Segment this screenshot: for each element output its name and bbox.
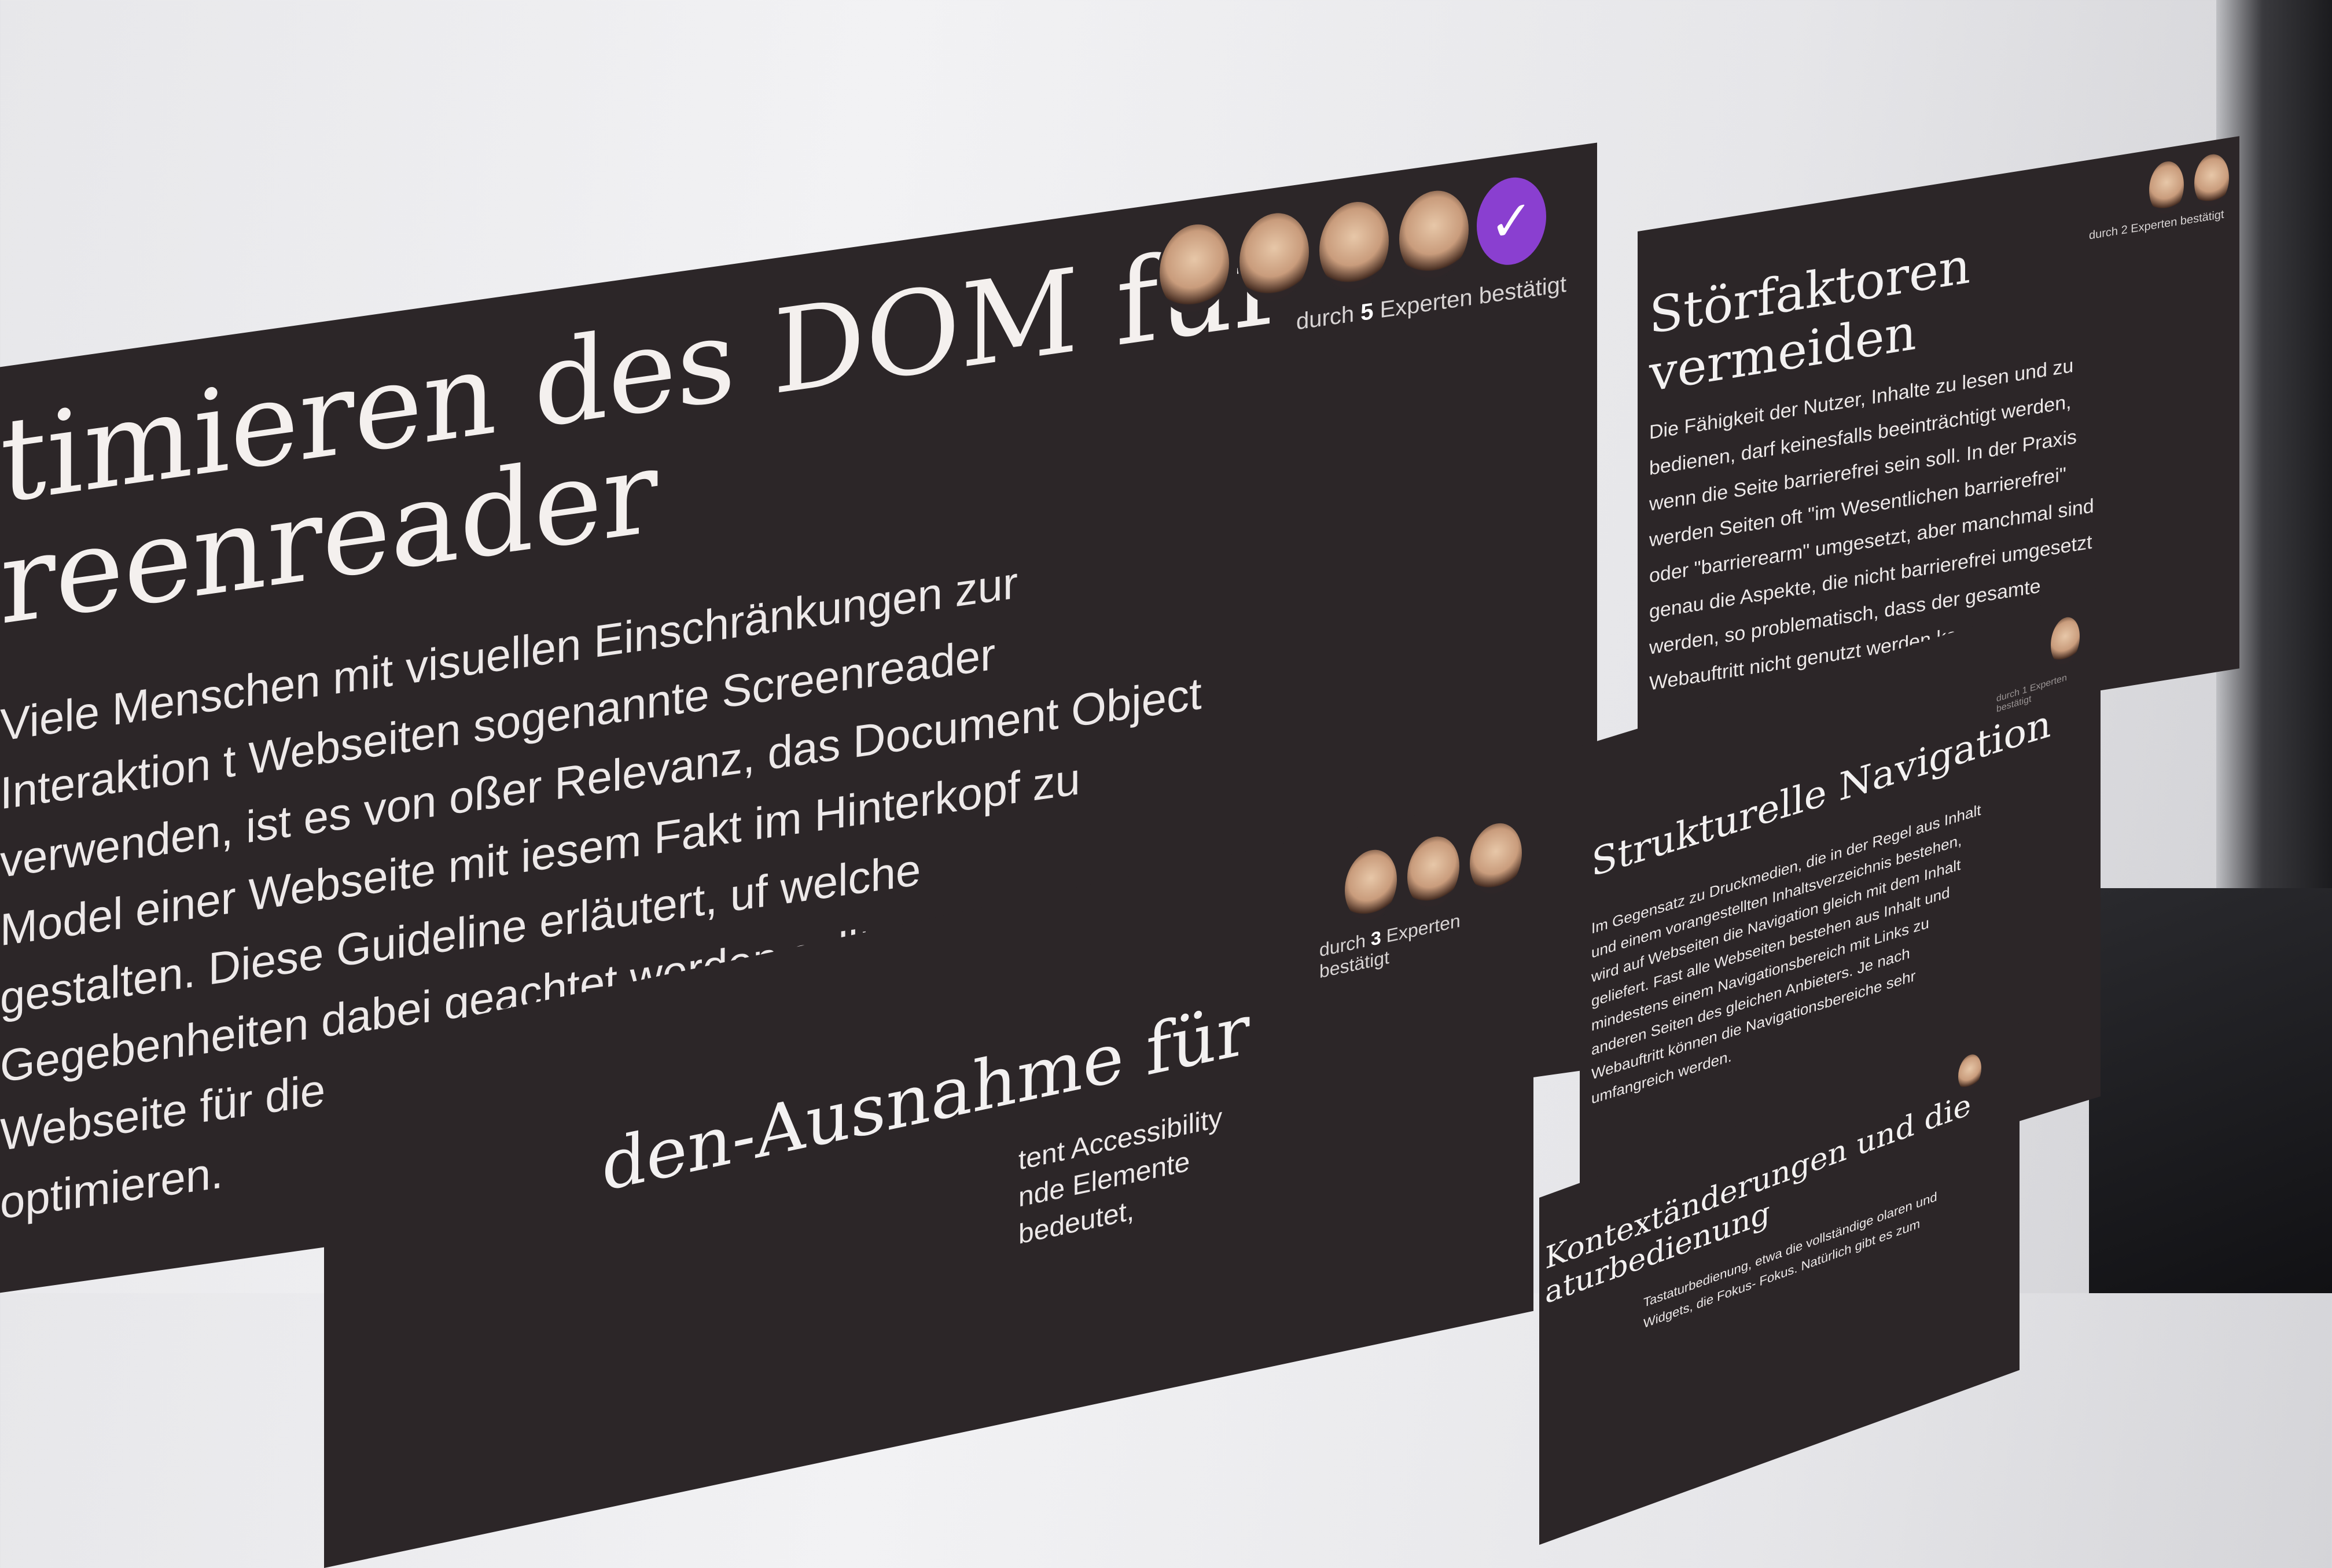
expert-avatar xyxy=(1467,815,1524,901)
card-body: tent Accessibility nde Elemente bedeutet… xyxy=(1018,1102,1223,1250)
expert-avatar xyxy=(1405,829,1462,915)
expert-avatar xyxy=(2048,610,2082,672)
expert-avatar xyxy=(1342,842,1399,928)
desk-background xyxy=(2089,888,2332,1293)
expert-avatar xyxy=(1237,205,1311,308)
expert-avatar xyxy=(1157,217,1231,319)
verified-check-icon: ✓ xyxy=(1477,172,1546,270)
expert-avatar xyxy=(1397,183,1471,286)
expert-avatar xyxy=(1317,194,1391,297)
